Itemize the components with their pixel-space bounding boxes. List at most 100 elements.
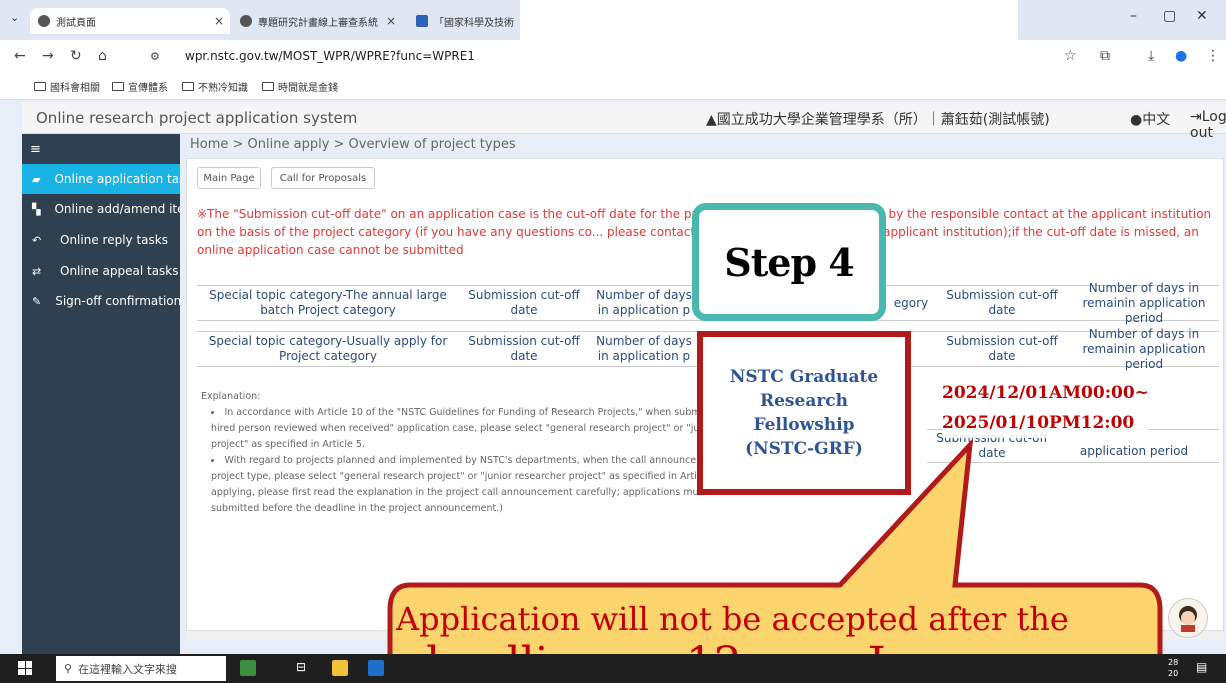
- language-link[interactable]: ●中文: [1130, 109, 1170, 129]
- main-page-button[interactable]: Main Page: [197, 167, 261, 189]
- language-label: 中文: [1142, 112, 1171, 128]
- bookmark-item[interactable]: 不熟冷知識: [182, 79, 248, 94]
- header-cell: Number of days in application p: [596, 288, 692, 317]
- globe-icon: [38, 15, 50, 27]
- date-range: 2024/12/01AM00:00~ 2025/01/10PM12:00: [942, 378, 1149, 438]
- grf-line: Fellowship: [753, 415, 855, 435]
- user-info: ▲國立成功大學企業管理學系（所）｜蕭鈺茹(測試帳號): [706, 112, 1050, 128]
- bookmark-item[interactable]: 國科會相關: [34, 79, 100, 94]
- url-input[interactable]: wpr.nstc.gov.tw/MOST_WPR/WPRE?func=WPRE1: [185, 49, 475, 63]
- sidebar-item-signoff[interactable]: ✎ Sign-off confirmation: [22, 286, 180, 316]
- notification-icon[interactable]: ▤: [1196, 660, 1212, 676]
- globe-icon: [240, 15, 252, 27]
- system-clock: 28 20: [1168, 657, 1178, 679]
- header-cell: Special topic category-Usually apply for…: [208, 334, 448, 363]
- sidebar-item-appeal[interactable]: ⇄ Online appeal tasks: [22, 256, 180, 286]
- header-cell: Submission cut-off date: [468, 288, 580, 317]
- logout-link[interactable]: ⇥Log out: [1190, 109, 1226, 141]
- step-label: Step 4: [692, 203, 886, 321]
- bookmark-item[interactable]: 宣傳體系: [112, 79, 168, 94]
- tab-title: 專題研究計畫線上審查系統: [258, 17, 378, 29]
- call-for-proposals-button[interactable]: Call for Proposals: [271, 167, 375, 189]
- date-start: 2024/12/01AM00:00~: [942, 383, 1149, 403]
- sidebar-item-application[interactable]: ▰ Online application tasks: [22, 164, 180, 194]
- folder-icon: [34, 82, 46, 91]
- back-icon[interactable]: ←: [14, 48, 26, 64]
- header-cell: Number of days in remainin application p…: [1082, 326, 1206, 371]
- reload-icon[interactable]: ↻: [70, 48, 82, 64]
- file-explorer-icon[interactable]: [332, 660, 348, 676]
- maximize-icon[interactable]: ▢: [1163, 8, 1176, 24]
- search-icon: ⚲: [64, 662, 73, 675]
- bookmarks-bar: 國科會相關 宣傳體系 不熟冷知識 時間就是金錢: [0, 74, 1226, 100]
- logout-icon: ⇥: [1190, 109, 1202, 125]
- sidebar-item-reply[interactable]: ↶ Online reply tasks: [22, 225, 180, 255]
- breadcrumb: Home > Online apply > Overview of projec…: [190, 137, 516, 152]
- sidebar-item-add-amend[interactable]: ▚ Online add/amend items: [22, 194, 180, 224]
- taskbar-app-icon[interactable]: [240, 660, 256, 676]
- bookmark-item[interactable]: 時間就是金錢: [262, 79, 338, 94]
- bookmark-label: 時間就是金錢: [278, 83, 338, 94]
- grf-line: NSTC Graduate: [729, 367, 879, 387]
- tab-title: 測試頁面: [56, 17, 96, 29]
- sidebar-item-label: Online add/amend items: [54, 202, 180, 216]
- tab-title: 「國家科學及技術: [434, 17, 514, 29]
- profile-icon[interactable]: ●: [1175, 48, 1187, 64]
- tab-list-icon[interactable]: ⌄: [10, 11, 19, 24]
- sidebar: ≡ ▰ Online application tasks ▚ Online ad…: [22, 134, 180, 654]
- grf-line: Research: [759, 391, 848, 411]
- close-tab-icon[interactable]: ×: [214, 14, 224, 28]
- header-cell: Special topic category-The annual large …: [209, 288, 447, 317]
- clock-line: 20: [1168, 669, 1179, 678]
- bubble-text-line1: Application will not be accepted after t…: [396, 600, 1069, 638]
- forward-icon[interactable]: →: [42, 48, 54, 64]
- header-cell: egory: [893, 295, 929, 310]
- browser-tab-2[interactable]: 專題研究計畫線上審查系統 ×: [232, 8, 402, 34]
- sidebar-item-label: Online reply tasks: [60, 233, 168, 247]
- close-tab-icon[interactable]: ×: [386, 14, 396, 28]
- avatar-face-icon: [1179, 606, 1197, 632]
- globe-icon: ●: [1130, 112, 1143, 128]
- header-cell: Number of days in remainin application p…: [1082, 280, 1206, 325]
- date-end: 2025/01/10PM12:00: [942, 413, 1135, 433]
- windows-taskbar: ⚲ 在這裡輸入文字來搜 ⊟ 28 20 ▤: [0, 654, 1226, 683]
- search-placeholder: 在這裡輸入文字來搜: [78, 662, 178, 676]
- sidebar-item-label: Online appeal tasks: [60, 264, 179, 278]
- folder-icon: [182, 82, 194, 91]
- reply-icon: ↶: [32, 233, 42, 247]
- site-icon: [416, 15, 428, 27]
- home-icon[interactable]: ⌂: [98, 48, 107, 64]
- menu-kebab-icon[interactable]: ⋮: [1206, 48, 1220, 64]
- taskbar-search-input[interactable]: ⚲ 在這裡輸入文字來搜: [56, 656, 226, 681]
- browser-tab-1[interactable]: 測試頁面 ×: [30, 8, 230, 34]
- close-window-icon[interactable]: ✕: [1196, 8, 1208, 24]
- overlay-white-box: [520, 0, 1018, 44]
- clock-line: 28: [1168, 658, 1179, 667]
- site-info-icon[interactable]: ⚙: [150, 50, 160, 63]
- header-cell: Submission cut-off date: [946, 288, 1058, 317]
- hamburger-menu-icon[interactable]: ≡: [30, 142, 41, 157]
- header-cell: Submission cut-off date: [946, 334, 1058, 363]
- header-cell: Number of days in application p: [596, 334, 692, 363]
- copy-icon: ▚: [32, 202, 41, 216]
- sidebar-item-label: Online application tasks: [54, 172, 180, 186]
- bookmark-label: 國科會相關: [50, 83, 100, 94]
- exchange-icon: ⇄: [32, 264, 42, 278]
- bookmark-star-icon[interactable]: ☆: [1064, 48, 1077, 64]
- download-icon[interactable]: ⤓: [1148, 48, 1154, 64]
- minimize-icon[interactable]: –: [1130, 8, 1137, 24]
- bookmark-label: 宣傳體系: [128, 83, 168, 94]
- browser-tab-3[interactable]: 「國家科學及技術: [408, 8, 528, 34]
- edit-icon: ✎: [32, 294, 42, 308]
- explanation-title: Explanation:: [201, 391, 261, 402]
- task-view-icon[interactable]: ⊟: [296, 660, 312, 676]
- header-cell: Submission cut-off date: [468, 334, 580, 363]
- bookmark-label: 不熟冷知識: [198, 83, 248, 94]
- outlook-icon[interactable]: [368, 660, 384, 676]
- extensions-icon[interactable]: ⧉: [1100, 48, 1110, 64]
- assistant-avatar-icon[interactable]: [1168, 598, 1208, 638]
- folder-icon: [262, 82, 274, 91]
- book-icon: ▰: [32, 172, 41, 186]
- address-bar: ← → ↻ ⌂ ⚙ wpr.nstc.gov.tw/MOST_WPR/WPRE?…: [0, 40, 1226, 74]
- windows-start-icon[interactable]: [18, 661, 32, 675]
